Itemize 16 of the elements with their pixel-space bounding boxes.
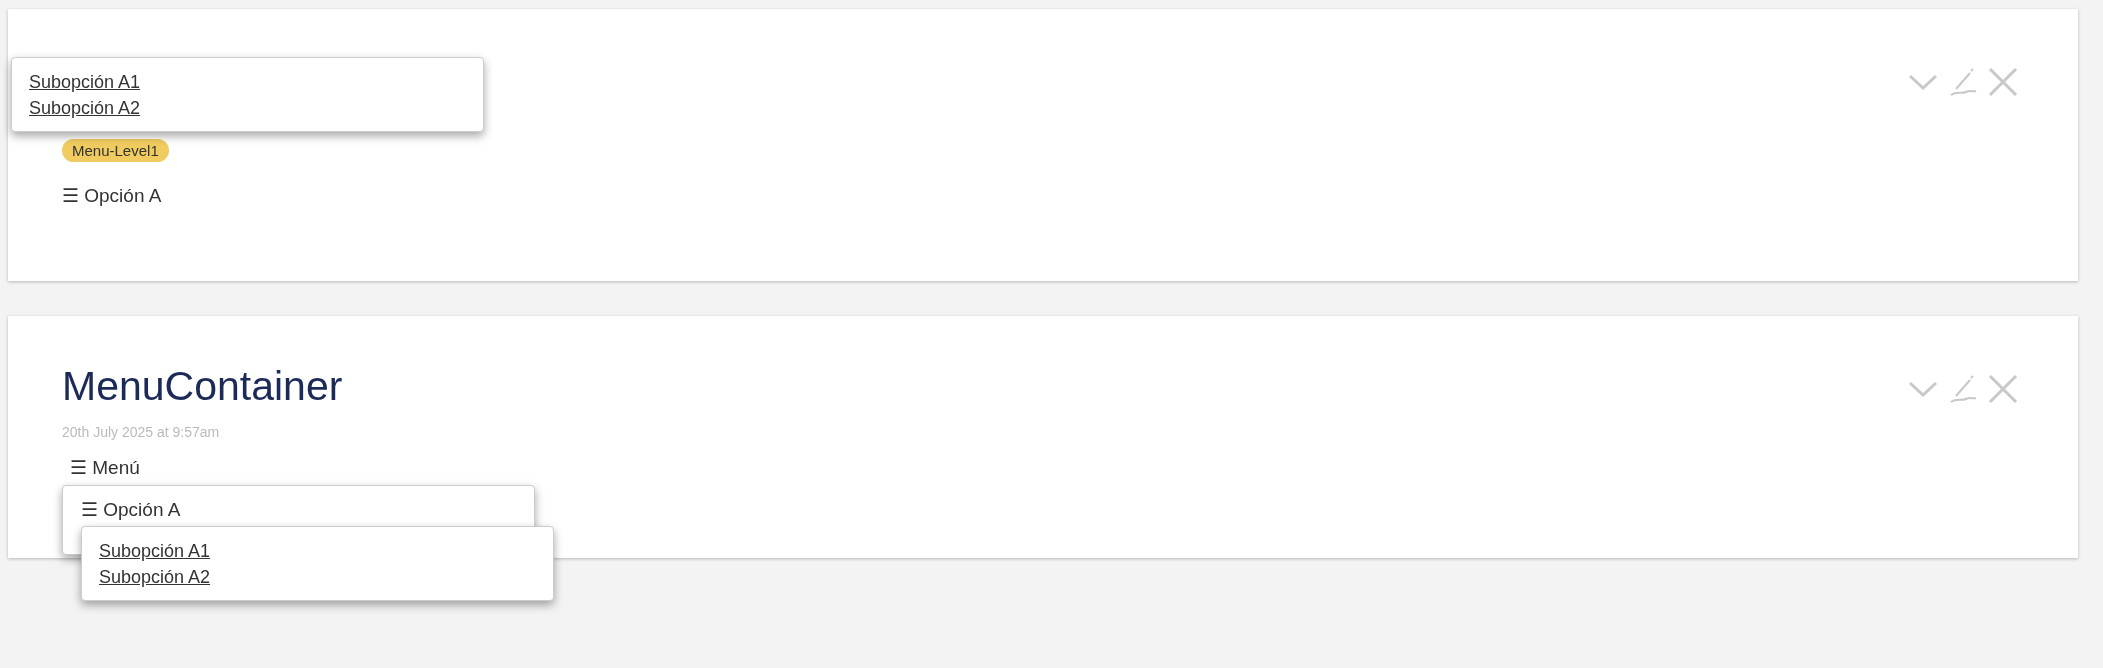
submenu-link[interactable]: Subopción A1 <box>29 69 141 95</box>
menu-toggle[interactable]: ☰ Menú <box>62 456 140 479</box>
submenu-link[interactable]: Subopción A1 <box>99 538 211 564</box>
chevron-down-icon[interactable] <box>1908 380 1938 398</box>
submenu-link[interactable]: Subopción A2 <box>29 95 141 121</box>
menu-option[interactable]: ☰ Opción A <box>81 499 181 520</box>
chevron-down-icon[interactable] <box>1908 73 1938 91</box>
submenu-link[interactable]: Subopción A2 <box>99 564 211 590</box>
tag: Menu-Level1 <box>62 139 169 162</box>
timestamp: 20th July 2025 at 9:57am <box>62 424 220 440</box>
close-icon[interactable] <box>1988 67 2018 97</box>
close-icon[interactable] <box>1988 374 2018 404</box>
pen-icon[interactable] <box>1948 67 1978 97</box>
menu-option[interactable]: ☰ Opción A <box>62 184 162 207</box>
pen-icon[interactable] <box>1948 374 1978 404</box>
card-title: MenuContainer <box>62 362 343 411</box>
